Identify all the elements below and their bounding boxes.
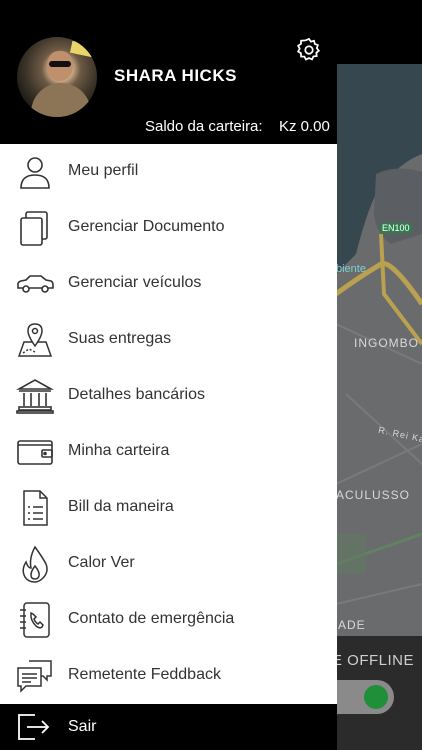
car-icon [17, 275, 54, 293]
menu-item-bill[interactable]: Bill da maneira [0, 480, 337, 536]
bill-icon [23, 490, 48, 526]
menu-item-documents[interactable]: Gerenciar Documento [0, 200, 337, 256]
map-area-label: INGOMBO [354, 336, 420, 350]
wallet-icon [17, 440, 53, 465]
map-area-label: ADE [338, 618, 366, 632]
side-drawer: SHARA HICKS Saldo da carteira: Kz 0.00 M… [0, 0, 337, 750]
logout-label: Sair [68, 718, 97, 735]
status-text: E OFFLINE [336, 652, 422, 669]
menu-item-deliveries[interactable]: Suas entregas [0, 312, 337, 368]
menu-item-label: Remetente Feddback [68, 666, 221, 683]
status-text-label: E OFFLINE [336, 652, 415, 669]
menu-item-heat-view[interactable]: Calor Ver [0, 536, 337, 592]
road-badge: EN100 [380, 223, 412, 233]
gear-icon[interactable] [295, 36, 323, 64]
toggle-knob [364, 685, 388, 709]
phone-book-icon [20, 602, 50, 638]
logout-icon [18, 714, 50, 740]
documents-icon [20, 211, 48, 246]
wallet-balance-value: Kz 0.00 [279, 118, 330, 135]
wallet-balance-label: Saldo da carteira: [145, 118, 263, 135]
map-area-label: ACULUSSO [336, 488, 411, 502]
menu-item-label: Contato de emergência [68, 610, 235, 627]
menu-item-emergency-contact[interactable]: Contato de emergência [0, 592, 337, 648]
avatar-detail [69, 40, 95, 58]
menu-item-feedback[interactable]: Remetente Feddback [0, 648, 337, 704]
map-poi-label: biente [336, 263, 366, 275]
user-icon [20, 157, 50, 189]
menu-item-label: Minha carteira [68, 442, 170, 459]
menu-item-bank-details[interactable]: Detalhes bancários [0, 368, 337, 424]
chat-icon [17, 660, 52, 693]
menu-item-label: Gerenciar veículos [68, 274, 202, 291]
avatar-detail [49, 61, 71, 67]
bank-icon [15, 379, 55, 414]
menu-item-label: Detalhes bancários [68, 386, 205, 403]
menu-item-label: Bill da maneira [68, 498, 174, 515]
drawer-header: SHARA HICKS Saldo da carteira: Kz 0.00 [0, 0, 337, 144]
avatar[interactable] [15, 35, 99, 119]
logout-button[interactable]: Sair [0, 704, 337, 750]
menu-item-label: Meu perfil [68, 162, 139, 179]
menu-item-label: Gerenciar Documento [68, 218, 225, 235]
avatar-detail [31, 83, 91, 117]
menu-item-wallet[interactable]: Minha carteira [0, 424, 337, 480]
menu-item-label: Suas entregas [68, 330, 172, 347]
menu-item-profile[interactable]: Meu perfil [0, 144, 337, 200]
drawer-menu: Meu perfil Gerenciar Documento Gerenciar… [0, 144, 337, 704]
user-name: SHARA HICKS [114, 66, 237, 85]
menu-item-label: Calor Ver [68, 554, 135, 571]
map-canvas[interactable]: EN100 biente INGOMBO R. Rei Kat ACULUSSO… [336, 64, 422, 644]
flame-icon [22, 545, 48, 583]
map-pin-icon [17, 323, 53, 357]
menu-item-vehicles[interactable]: Gerenciar veículos [0, 256, 337, 312]
